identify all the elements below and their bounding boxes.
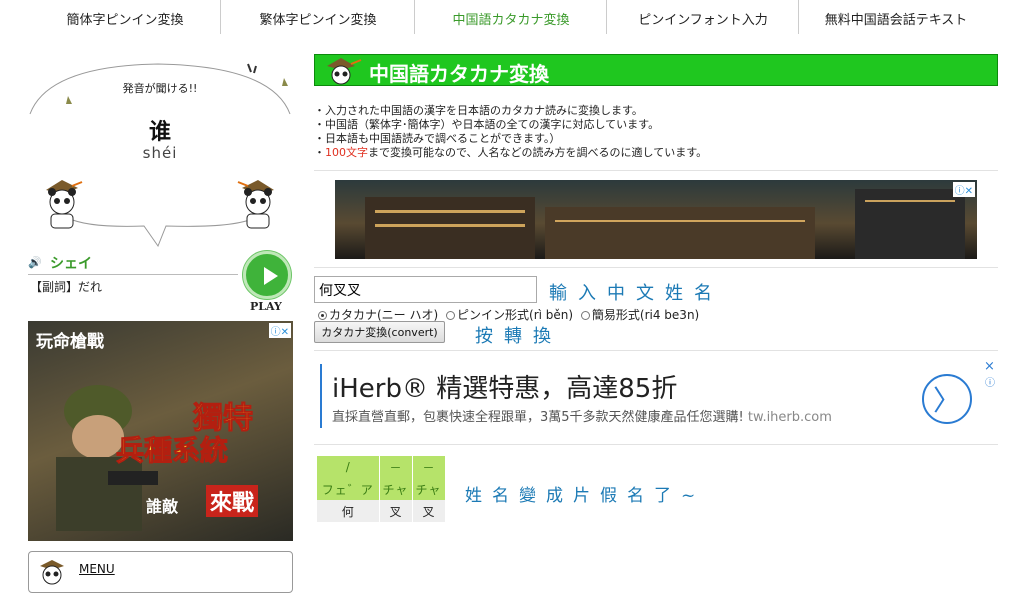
ad-info-close-icon[interactable]: ⓘ✕ xyxy=(268,323,291,338)
ad-subtitle: 直採直營直郵，包裹快速全程跟單，3萬5千多款天然健康產品任您選購! tw.ihe… xyxy=(332,406,832,425)
close-icon[interactable]: × xyxy=(984,359,995,374)
widget-definition: 【副詞】だれ xyxy=(30,280,103,294)
nav-divider xyxy=(798,0,799,34)
result-cell: / xyxy=(317,456,380,478)
divider xyxy=(314,444,998,445)
divider xyxy=(314,267,998,268)
page-title: 中国語カタカナ変換 xyxy=(369,62,549,86)
ad-window-lights xyxy=(375,224,525,227)
annotation-result: 姓名變成片假名了~ xyxy=(465,486,706,506)
option-pinyin[interactable]: ピンイン形式(rì běn) xyxy=(446,308,573,322)
option-pinyin-label: ピンイン形式(rì běn) xyxy=(457,308,574,322)
option-katakana[interactable]: カタカナ(ニー ハオ) xyxy=(318,308,438,322)
radio-katakana[interactable] xyxy=(318,311,327,320)
nav-divider xyxy=(220,0,221,34)
ad-window-lights xyxy=(865,200,955,202)
panda-teacher-right-icon xyxy=(237,180,274,229)
description-line: ・中国語（繁体字･簡体字）や日本語の全ての漢字に対応しています。 xyxy=(314,118,660,131)
ad-headline-4: 來戰 xyxy=(206,485,259,517)
result-cell: － xyxy=(412,456,446,478)
ad-game-logo: 玩命槍戰 xyxy=(36,332,104,352)
ad-url: tw.iherb.com xyxy=(747,410,832,425)
radio-pinyin[interactable] xyxy=(446,311,456,320)
panda-teacher-left-icon xyxy=(46,180,83,229)
hotel-banner-ad[interactable]: ⓘ✕ xyxy=(335,180,977,259)
description-line-rest: まで変換可能なので、人名などの読み方を調べるのに適しています。 xyxy=(368,146,708,159)
widget-divider xyxy=(28,274,238,275)
char-limit-highlight: 100文字 xyxy=(325,146,368,159)
ad-building xyxy=(365,197,535,259)
radio-simple[interactable] xyxy=(580,311,590,320)
nav-simplified-pinyin[interactable]: 簡体字ピンイン変換 xyxy=(58,0,192,36)
convert-button[interactable]: カタカナ変換(convert) xyxy=(314,321,445,343)
chevron-right-icon[interactable]: 〉 xyxy=(922,374,972,424)
ad-window-lights xyxy=(555,220,805,222)
ad-accent-bar xyxy=(320,364,322,428)
ad-info-close-icon[interactable]: ⓘ✕ xyxy=(952,182,975,197)
annotation-input-name: 輸入中文姓名 xyxy=(549,283,723,304)
ad-headline-3: 誰敵 xyxy=(146,497,179,516)
iherb-text-ad[interactable]: iHerb® 精選特惠，高達85折 直採直營直郵，包裹快速全程跟單，3萬5千多款… xyxy=(320,359,998,436)
result-cell: チャ xyxy=(412,478,446,500)
annotation-press-convert: 按轉換 xyxy=(475,326,562,347)
description-line: ・入力された中国語の漢字を日本語のカタカナ読みに変換します。 xyxy=(314,104,643,117)
result-cell: 叉 xyxy=(412,500,446,522)
menu-link[interactable]: MENU xyxy=(79,562,115,576)
panda-menu-icon xyxy=(40,560,64,585)
nav-pinyin-font-input[interactable]: ピンインフォント入力 xyxy=(630,0,776,36)
left-game-ad[interactable]: 玩命槍戰 獨特 兵種系統 誰敵 來戰 ⓘ✕ xyxy=(28,321,293,541)
top-navigation: 簡体字ピンイン変換 繁体字ピンイン変換 中国語カタカナ変換 ピンインフォント入力… xyxy=(0,0,1024,36)
option-simple[interactable]: 簡易形式(ri4 be3n) xyxy=(580,308,700,322)
result-cell: 叉 xyxy=(379,500,413,522)
result-cell: － xyxy=(379,456,413,478)
ad-subtitle-text: 直採直營直郵，包裹快速全程跟單，3萬5千多款天然健康產品任您選購! xyxy=(332,410,744,425)
ad-window-lights xyxy=(375,210,525,213)
nav-divider xyxy=(606,0,607,34)
play-label: PLAY xyxy=(250,300,282,313)
ad-headline-2: 兵種系統 xyxy=(115,434,229,468)
speaker-icon[interactable]: 🔊 xyxy=(28,256,42,269)
option-simple-label: 簡易形式(ri4 be3n) xyxy=(591,308,700,322)
play-button[interactable] xyxy=(243,251,291,299)
option-katakana-label: カタカナ(ニー ハオ) xyxy=(329,308,439,322)
page-title-bar: 中国語カタカナ変換 xyxy=(314,54,998,86)
description-line: ・100文字まで変換可能なので、人名などの読み方を調べるのに適しています。 xyxy=(314,146,708,159)
widget-katakana: シェイ xyxy=(50,256,92,272)
nav-katakana-convert[interactable]: 中国語カタカナ変換 xyxy=(440,0,582,36)
nav-divider xyxy=(414,0,415,34)
nav-traditional-pinyin[interactable]: 繁体字ピンイン変換 xyxy=(248,0,388,36)
description: ・入力された中国語の漢字を日本語のカタカナ読みに変換します。 ・中国語（繁体字･… xyxy=(314,104,707,160)
result-cell: フェ゛ア xyxy=(317,478,380,500)
pronunciation-widget: 発音が聞ける!! 谁 shéi xyxy=(28,58,292,248)
name-input[interactable] xyxy=(314,276,537,303)
result-row-katakana: フェ゛ア チャ チャ xyxy=(317,478,446,500)
nav-free-conversation-text[interactable]: 無料中国語会話テキスト xyxy=(812,0,980,36)
result-row-tone: / － － xyxy=(317,456,446,478)
result-row-hanzi: 何 叉 叉 xyxy=(317,500,446,522)
description-line: ・日本語も中国語読みで調べることができます。） xyxy=(314,132,561,145)
divider xyxy=(314,170,998,171)
panda-title-icon xyxy=(327,58,362,85)
ad-building xyxy=(545,207,815,259)
widget-hanzi: 谁 xyxy=(148,119,171,145)
widget-caption: 発音が聞ける!! xyxy=(122,82,198,95)
result-cell: 何 xyxy=(317,500,380,522)
widget-pinyin: shéi xyxy=(142,144,178,162)
result-cell: チャ xyxy=(379,478,413,500)
conversion-result-table: / － － フェ゛ア チャ チャ 何 叉 叉 xyxy=(317,456,446,522)
ad-title[interactable]: iHerb® 精選特惠，高達85折 xyxy=(332,368,677,405)
info-icon[interactable]: ⓘ xyxy=(985,374,995,389)
menu-box: MENU xyxy=(28,551,293,593)
divider xyxy=(314,350,998,351)
